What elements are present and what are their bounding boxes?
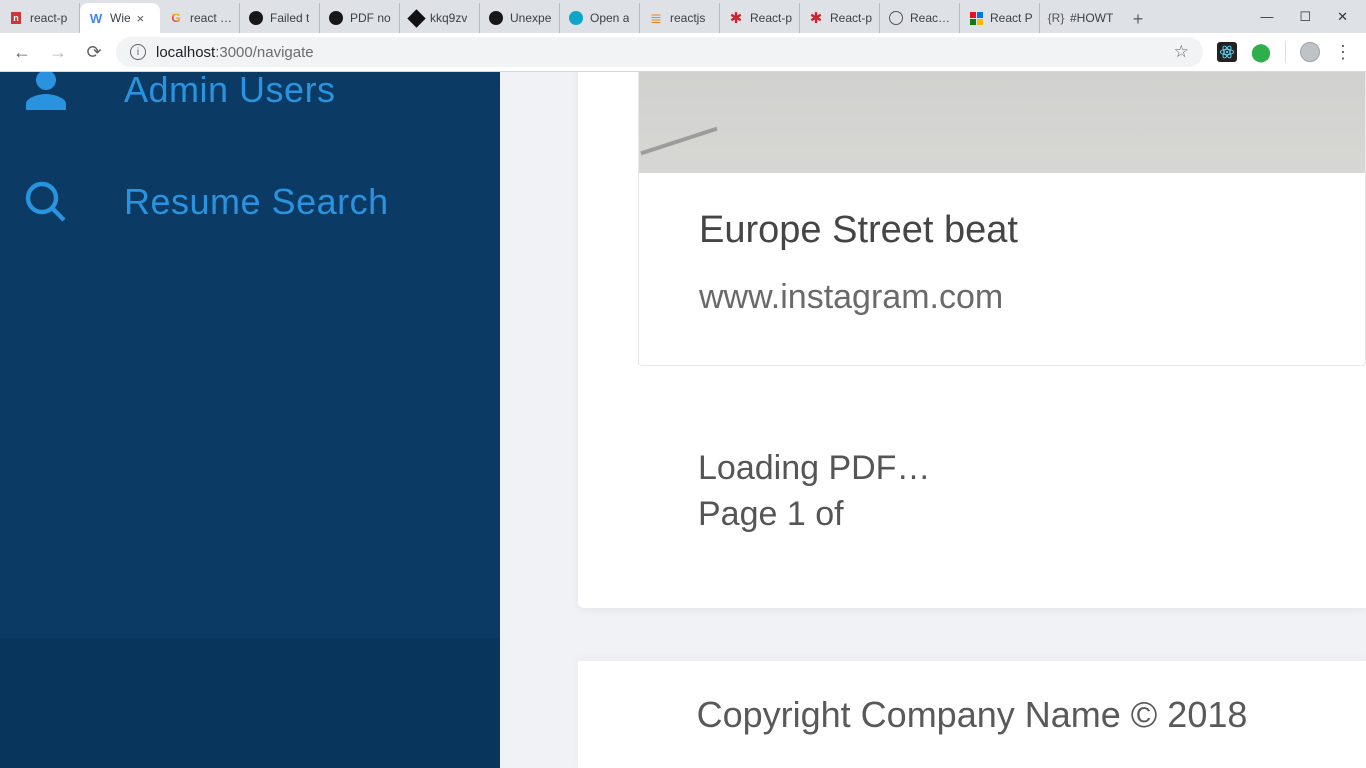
window-controls: ― ☐ ✕ [1242,0,1366,33]
sidebar: Admin Users Resume Search [0,72,500,768]
tab-react-pd-google[interactable]: G react pd [160,3,240,33]
footer-copyright: Copyright Company Name © 2018 [697,694,1248,736]
tab-react-p-grid[interactable]: React P [960,3,1040,33]
extensions-area: ⬤ ⋮ [1211,41,1358,63]
kebab-menu-button[interactable]: ⋮ [1334,42,1352,63]
tab-label: #HOWT [1070,11,1113,25]
tab-label: kkq9zv [430,11,467,25]
content-panel: Europe Street beat www.instagram.com Loa… [578,72,1366,608]
tab-kkq9zv-codesandbox[interactable]: kkq9zv [400,3,480,33]
sidebar-item-resume-search[interactable]: Resume Search [0,176,500,228]
brace-icon: {R} [1048,10,1064,26]
atom-icon: ✱ [728,10,744,26]
tab-label: Open a [590,11,629,25]
browser-toolbar: ← → ⟳ i localhost:3000/navigate ☆ ⬤ ⋮ [0,33,1366,72]
tab-label: Failed t [270,11,309,25]
site-info-icon[interactable]: i [130,44,146,60]
tab-failed-github[interactable]: Failed t [240,3,320,33]
github-icon [248,10,264,26]
sidebar-item-label: Admin Users [124,72,336,111]
github-icon [488,10,504,26]
sidebar-item-label: Resume Search [124,181,389,223]
sidebar-item-admin-users[interactable]: Admin Users [0,72,500,116]
location-pin-icon[interactable]: ⬤ [1251,42,1271,63]
tab-label: PDF no [350,11,391,25]
tab-label: react pd [190,11,233,25]
tab-reactjs-so[interactable]: ≣ reactjs [640,3,720,33]
new-tab-button[interactable]: + [1124,5,1152,33]
tab-react-p-atom-1[interactable]: ✱ React-p [720,3,800,33]
atom-icon: ✱ [808,10,824,26]
react-devtools-icon[interactable] [1217,42,1237,62]
toolbar-divider [1285,41,1286,63]
google-icon: G [168,10,184,26]
browser-tab-strip: n react-p W Wie × G react pd Failed t PD… [0,0,1366,33]
cloud-icon [568,10,584,26]
card-subtitle: www.instagram.com [699,278,1365,317]
sidebar-footer-area [0,638,500,768]
bookmark-star-icon[interactable]: ☆ [1174,42,1189,62]
page-footer: Copyright Company Name © 2018 [578,660,1366,768]
pdf-loading-text: Loading PDF… [698,446,1366,492]
tab-label: React-P [910,11,953,25]
tab-label: Unexpe [510,11,551,25]
card-body: Europe Street beat www.instagram.com [639,173,1365,365]
tab-howt[interactable]: {R} #HOWT [1040,3,1120,33]
tab-wie-active[interactable]: W Wie × [80,3,160,33]
stackoverflow-icon: ≣ [648,10,664,26]
tab-react-p-npm[interactable]: n react-p [0,3,80,33]
wie-icon: W [88,10,104,26]
window-minimize-button[interactable]: ― [1260,9,1273,24]
tab-pdf-no-github[interactable]: PDF no [320,3,400,33]
reload-button[interactable]: ⟳ [80,38,108,66]
grid-icon [968,10,984,26]
card-title: Europe Street beat [699,209,1365,252]
user-icon [20,72,72,116]
window-close-button[interactable]: ✕ [1337,9,1348,25]
search-icon [20,176,72,228]
profile-avatar-button[interactable] [1300,42,1320,62]
browser-icon [888,10,904,26]
forward-button[interactable]: → [44,38,72,66]
pdf-status-block: Loading PDF… Page 1 of [698,446,1366,538]
info-card: Europe Street beat www.instagram.com [638,72,1366,366]
tab-label: Wie [110,11,131,25]
app-page: Admin Users Resume Search Europe Street … [0,72,1366,768]
address-url: localhost:3000/navigate [156,44,314,61]
tab-label: React-p [830,11,872,25]
tab-unexpe-github[interactable]: Unexpe [480,3,560,33]
npm-icon: n [8,10,24,26]
tab-label: React-p [750,11,792,25]
tab-react-p-atom-2[interactable]: ✱ React-p [800,3,880,33]
pdf-page-text: Page 1 of [698,492,1366,538]
tab-label: React P [990,11,1033,25]
codesandbox-icon [408,10,424,26]
back-button[interactable]: ← [8,38,36,66]
github-icon [328,10,344,26]
tab-label: react-p [30,11,67,25]
tab-label: reactjs [670,11,705,25]
card-cover-image [639,72,1365,173]
tab-react-p-browser[interactable]: React-P [880,3,960,33]
address-bar[interactable]: i localhost:3000/navigate ☆ [116,37,1203,67]
window-maximize-button[interactable]: ☐ [1299,9,1311,25]
tab-open-a[interactable]: Open a [560,3,640,33]
main-content: Europe Street beat www.instagram.com Loa… [500,72,1366,768]
close-icon[interactable]: × [137,11,145,26]
